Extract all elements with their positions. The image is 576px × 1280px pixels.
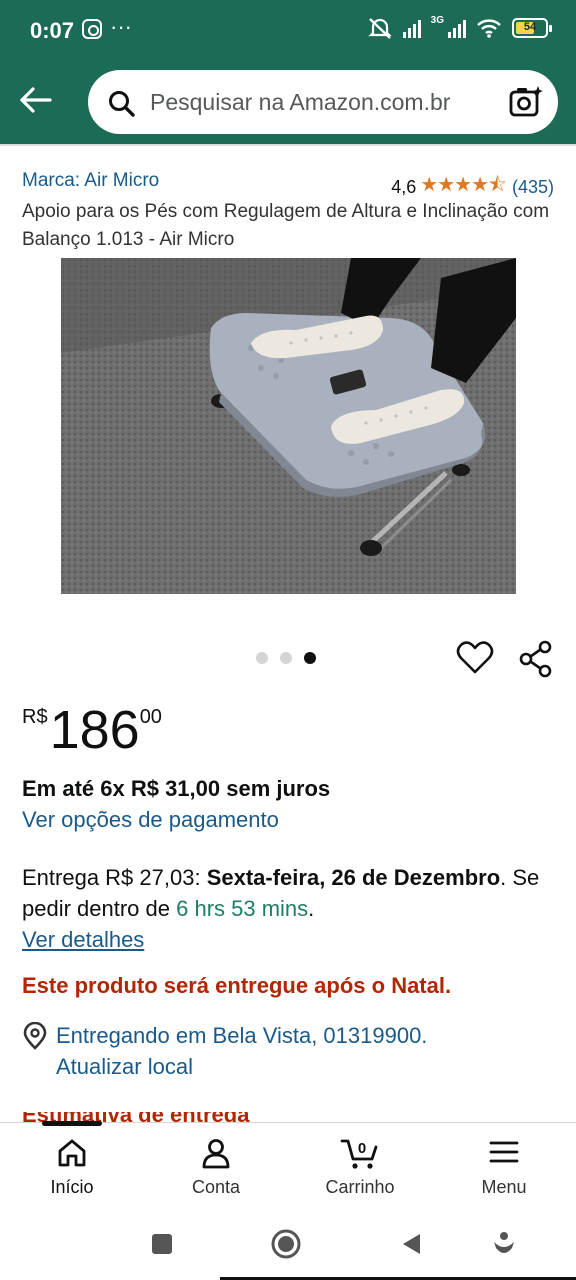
nav-cart-label: Carrinho [325,1177,395,1197]
wishlist-heart-icon[interactable] [456,640,494,676]
delivery-date: Sexta-feira, 26 de Dezembro [206,865,501,890]
rating-count[interactable]: (435) [512,177,554,198]
wifi-icon [477,19,501,38]
price: R$ 186 00 [22,700,162,760]
status-bar: 0:07 ··· 3G 54 [0,0,576,62]
carousel-dot-active[interactable] [304,652,316,664]
delivery-countdown: 6 hrs 53 mins [176,896,309,921]
price-currency: R$ [22,706,48,728]
battery-icon: 54 [512,18,552,38]
instagram-icon [82,19,102,39]
payment-options-link[interactable]: Ver opções de pagamento [22,807,279,833]
assistant-icon[interactable] [490,1230,518,1258]
delivery-info: Entrega R$ 27,03: Sexta-feira, 26 de Dez… [22,862,552,955]
nav-home[interactable]: Início [0,1123,144,1215]
search-bar[interactable] [88,70,558,134]
product-image[interactable] [61,258,516,594]
recents-icon[interactable] [150,1232,174,1256]
battery-level: 54 [523,21,537,33]
back-arrow-icon[interactable] [16,80,56,120]
location-address[interactable]: Entregando em Bela Vista, 01319900. [56,1020,536,1051]
nav-cart[interactable]: 0 Carrinho [288,1123,432,1215]
product-title: Apoio para os Pés com Regulagem de Altur… [22,201,550,250]
status-icons: 3G 54 [367,14,552,40]
app-header [0,62,576,144]
update-location-link[interactable]: Atualizar local [56,1051,536,1082]
nav-account-label: Conta [191,1177,241,1197]
christmas-notice: Este produto será entregue após o Natal. [22,973,452,998]
image-carousel-indicator[interactable] [256,652,316,664]
nav-home-label: Início [50,1177,94,1197]
signal-2-icon [448,18,466,38]
account-icon [202,1139,230,1169]
price-cents: 00 [139,706,162,728]
camera-search-icon[interactable] [508,84,544,120]
home-icon [58,1139,86,1167]
share-icon[interactable] [518,640,554,678]
price-whole: 186 [49,700,140,760]
status-time: 0:07 [30,18,75,43]
brand-link[interactable]: Marca: Air Micro [22,170,159,192]
nav-menu[interactable]: Menu [432,1123,576,1215]
signal-icon [402,18,421,38]
carousel-dot[interactable] [256,652,268,664]
back-button-icon[interactable] [400,1232,424,1256]
cart-count: 0 [358,1140,366,1157]
search-input[interactable] [150,82,490,122]
more-notifications-icon: ··· [110,14,132,39]
mute-icon [368,18,392,39]
delivery-suffix: . [308,896,315,921]
search-icon [109,91,135,117]
menu-icon [489,1141,519,1163]
bottom-navigation: Início Conta 0 Carrinho Menu [0,1121,576,1215]
network-type: 3G [430,14,444,26]
nav-menu-label: Menu [481,1177,527,1197]
system-navigation-bar [0,1214,576,1280]
delivery-prefix: Entrega R$ 27,03: [22,865,207,890]
nav-account[interactable]: Conta [144,1123,288,1215]
home-button-icon[interactable] [270,1228,302,1260]
rating-value: 4,6 [391,176,417,197]
delivery-details-link[interactable]: Ver detalhes [22,927,144,952]
carousel-dot[interactable] [280,652,292,664]
installments-text: Em até 6x R$ 31,00 sem juros [22,776,331,801]
header-divider [0,144,576,146]
cart-icon: 0 [340,1139,378,1169]
location-pin-icon [23,1022,47,1050]
